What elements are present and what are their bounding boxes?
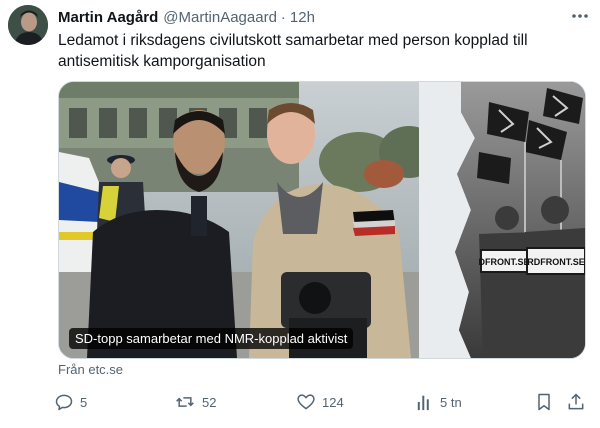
reply-count: 5 <box>80 394 88 410</box>
timestamp[interactable]: 12h <box>290 9 315 26</box>
bookmark-icon <box>538 393 550 411</box>
reply-icon <box>55 394 73 411</box>
views-icon <box>417 395 429 411</box>
like-count: 124 <box>322 394 344 410</box>
card-caption: SD-topp samarbetar med NMR-kopplad aktiv… <box>69 328 354 349</box>
share-icon <box>568 393 584 410</box>
repost-count: 52 <box>202 394 217 410</box>
like-button[interactable]: 124 <box>296 390 344 414</box>
more-options-button[interactable] <box>566 4 594 28</box>
sign-right: RDFRONT.SE <box>527 257 585 267</box>
bookmark-button[interactable] <box>534 390 560 414</box>
media-card[interactable]: DFRONT.SE RDFRONT.SE SD-topp samarbetar … <box>58 81 586 359</box>
sign-left: DFRONT.SE <box>478 257 529 267</box>
share-button[interactable] <box>566 390 592 414</box>
view-count: 5 tn <box>440 394 462 410</box>
action-bar: 5 52 124 5 tn <box>54 390 588 414</box>
user-handle[interactable]: @MartinAagaard <box>163 9 277 26</box>
display-name[interactable]: Martin Aagård <box>58 9 158 26</box>
avatar-image <box>8 5 48 45</box>
repost-icon <box>176 397 194 407</box>
card-sign-text: DFRONT.SE RDFRONT.SE <box>478 257 585 267</box>
more-icon <box>572 14 588 18</box>
avatar[interactable] <box>8 5 48 45</box>
tweet-header: Martin Aagård @MartinAagaard · 12h <box>58 6 588 28</box>
like-icon <box>297 394 315 410</box>
repost-button[interactable]: 52 <box>174 390 216 414</box>
views-button[interactable]: 5 tn <box>416 390 462 414</box>
separator-dot: · <box>280 8 286 26</box>
tweet-text: Ledamot i riksdagens civilutskott samarb… <box>58 32 528 70</box>
card-source[interactable]: Från etc.se <box>58 362 123 377</box>
reply-button[interactable]: 5 <box>54 390 87 414</box>
